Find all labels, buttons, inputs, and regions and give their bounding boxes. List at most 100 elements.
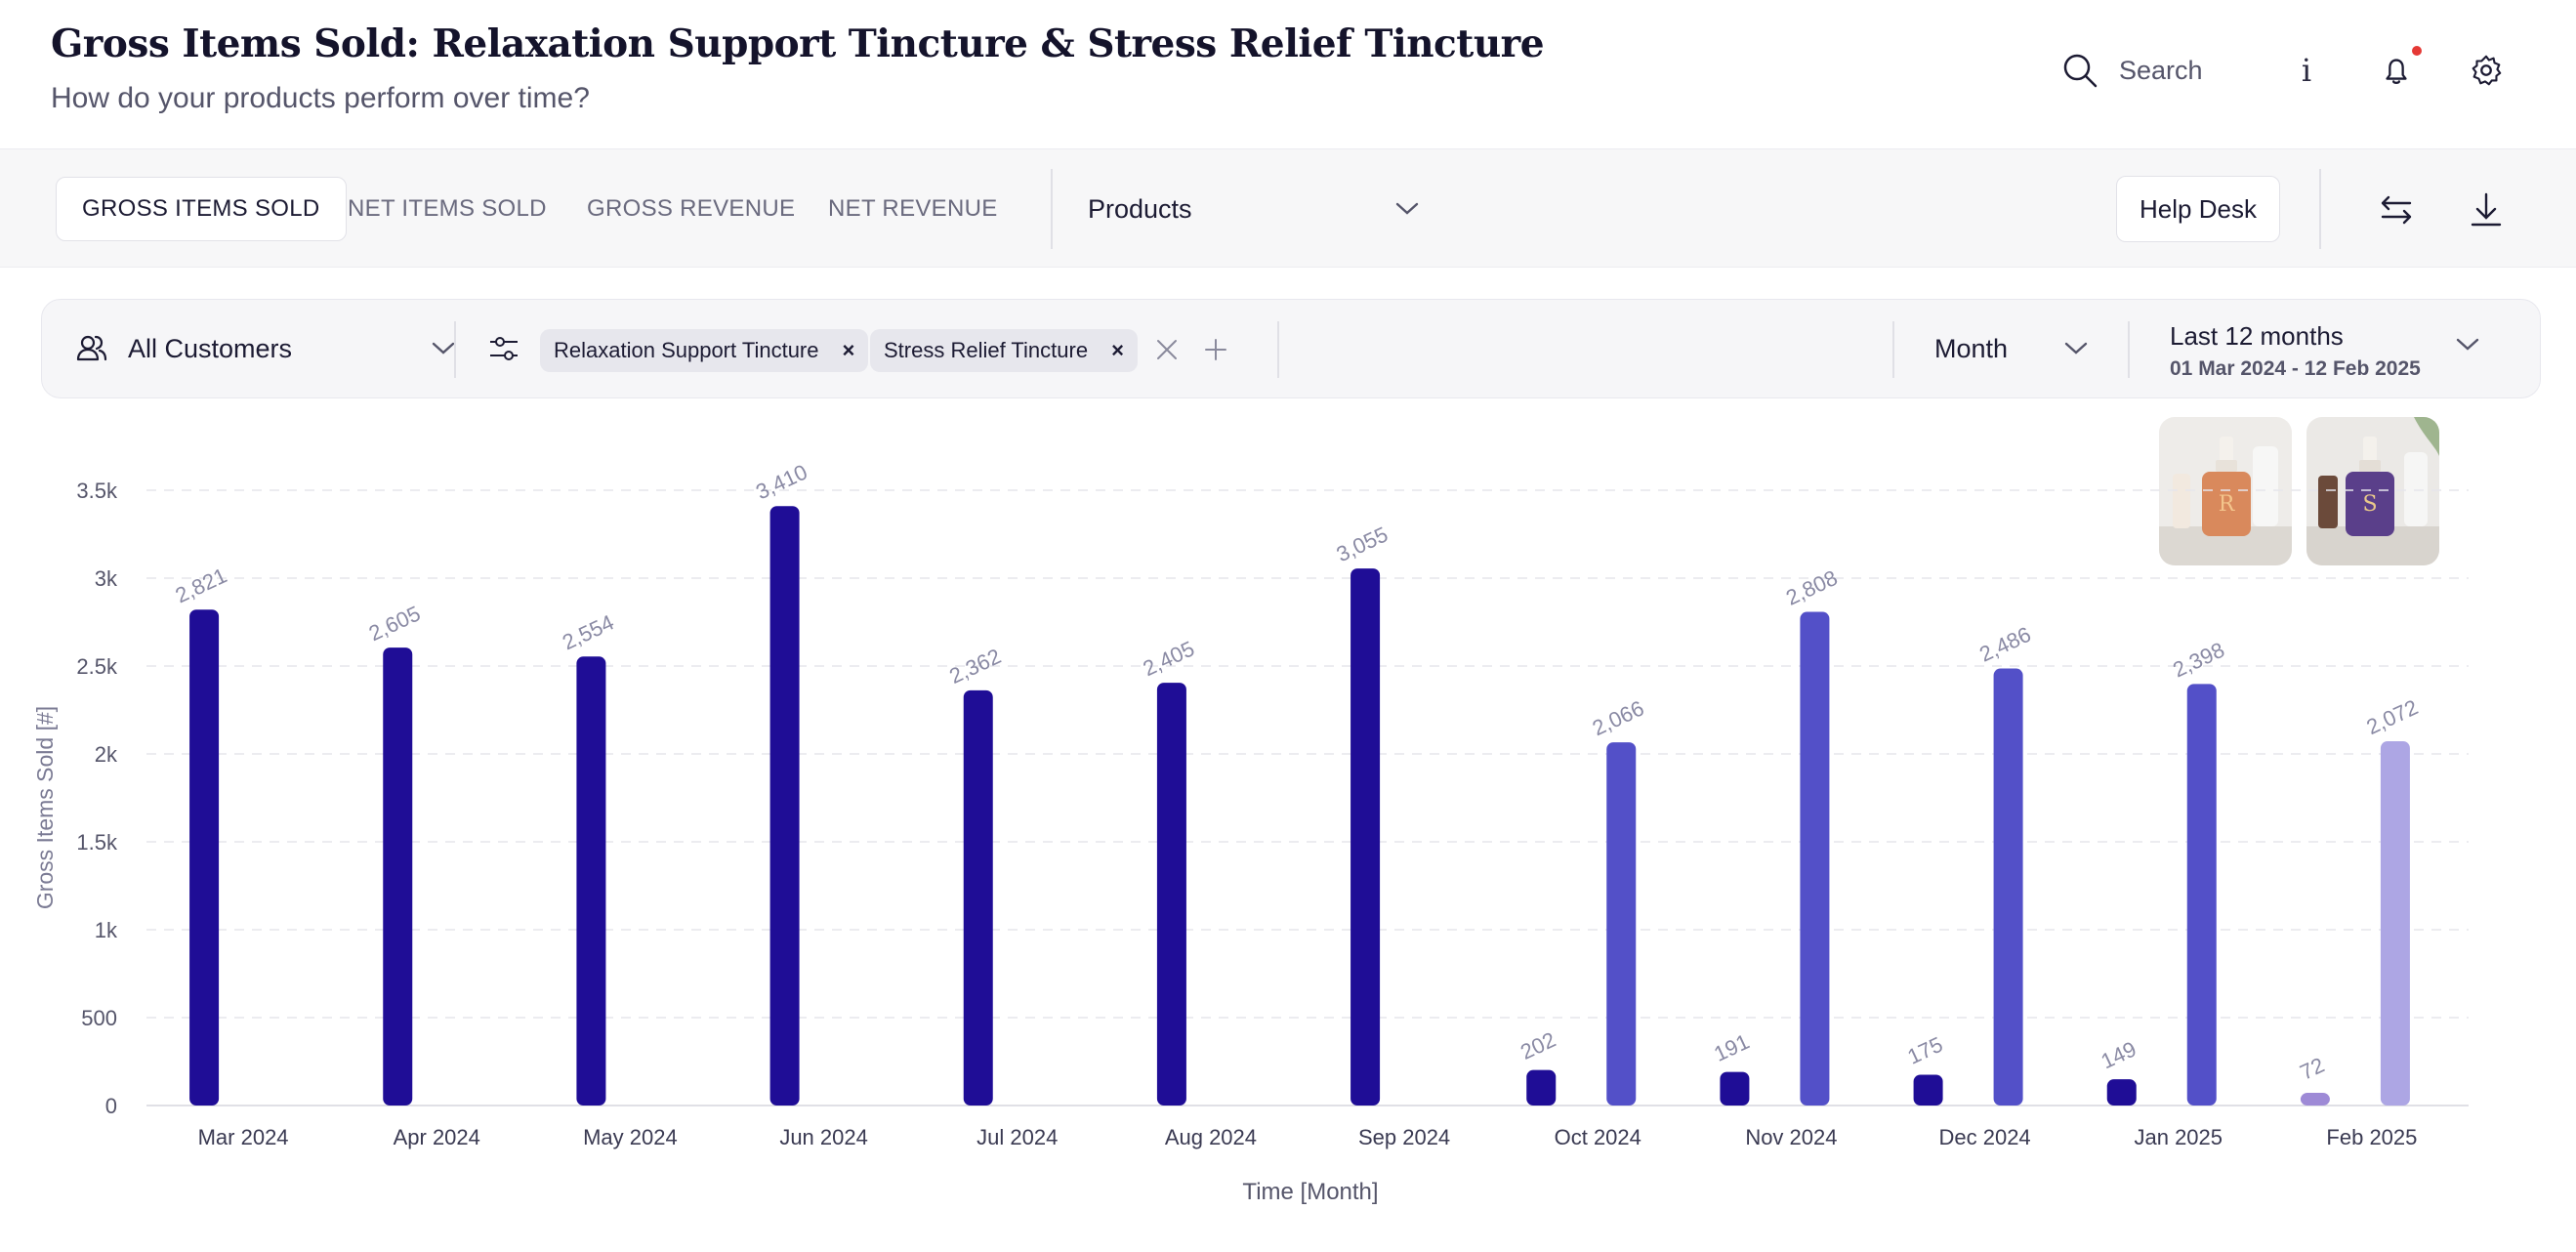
data-label: 2,486 (1975, 622, 2034, 667)
bell-icon[interactable] (2375, 49, 2418, 92)
bar (2186, 684, 2217, 1106)
bar (1606, 742, 1637, 1106)
search-label: Search (2119, 55, 2203, 85)
data-label: 2,398 (2169, 638, 2227, 683)
x-tick-label: Sep 2024 (1358, 1125, 1450, 1149)
customer-select[interactable]: All Customers (75, 300, 456, 397)
download-icon[interactable] (2465, 188, 2508, 231)
gross-items-chart: 0 500 1k 1.5k 2k 2.5k 3k 3.5k Gross Items Sold [… (32, 459, 2469, 1205)
bar (1800, 611, 1830, 1106)
info-icon[interactable]: i (2285, 49, 2328, 92)
tab-net-items-sold[interactable]: NET ITEMS SOLD (322, 177, 572, 241)
data-label: 2,362 (945, 644, 1004, 689)
filter-chip[interactable]: Stress Relief Tincture × (870, 329, 1138, 372)
x-tick-label: Apr 2024 (394, 1125, 480, 1149)
date-range-select[interactable]: Last 12 months 01 Mar 2024 - 12 Feb 2025 (2129, 300, 2506, 397)
close-icon[interactable]: × (1111, 338, 1124, 363)
bar (1720, 1071, 1750, 1106)
page-subtitle: How do your products perform over time? (51, 82, 590, 114)
x-tick-label: May 2024 (583, 1125, 678, 1149)
date-range-label: Last 12 months (2170, 321, 2344, 351)
y-tick-label: 1.5k (76, 830, 118, 855)
x-tick-label: Dec 2024 (1938, 1125, 2030, 1149)
y-tick-label: 0 (105, 1094, 117, 1118)
y-tick-label: 500 (81, 1006, 117, 1030)
data-label: 191 (1710, 1029, 1753, 1066)
divider (2319, 169, 2321, 249)
x-tick-label: Mar 2024 (198, 1125, 289, 1149)
bar (2380, 741, 2410, 1106)
data-label: 202 (1517, 1027, 1559, 1064)
products-select-label: Products (1088, 193, 1192, 224)
x-tick-label: Nov 2024 (1745, 1125, 1837, 1149)
x-tick-label: Oct 2024 (1555, 1125, 1641, 1149)
divider (454, 321, 456, 378)
data-label: 175 (1903, 1032, 1946, 1069)
tab-gross-items-sold[interactable]: GROSS ITEMS SOLD (56, 177, 347, 241)
filter-sliders-icon (490, 337, 518, 360)
filter-bar: All Customers Relaxation Support Tinctur… (41, 299, 2541, 398)
y-tick-label: 1k (95, 918, 118, 942)
x-tick-label: Jul 2024 (976, 1125, 1058, 1149)
x-axis-label: Time [Month] (1242, 1179, 1378, 1205)
data-label: 3,055 (1333, 522, 1392, 566)
page-title: Gross Items Sold: Relaxation Support Tin… (51, 21, 1545, 66)
close-icon[interactable]: × (843, 338, 855, 363)
data-label: 2,072 (2363, 694, 2422, 739)
swap-icon[interactable] (2375, 188, 2418, 231)
search-icon (2063, 54, 2098, 88)
add-filter-icon[interactable] (1204, 338, 1227, 361)
bar (1350, 568, 1381, 1106)
help-desk-button[interactable]: Help Desk (2116, 176, 2280, 242)
y-tick-label: 3k (95, 566, 118, 591)
filter-chip-label: Stress Relief Tincture (884, 338, 1089, 362)
bar (1913, 1074, 1943, 1106)
bar (189, 609, 220, 1106)
bar (576, 656, 606, 1106)
data-label: 2,405 (1140, 636, 1198, 681)
y-tick-label: 2k (95, 742, 118, 767)
x-tick-label: Aug 2024 (1165, 1125, 1257, 1149)
tab-net-revenue[interactable]: NET REVENUE (803, 177, 1023, 241)
filter-chip-label: Relaxation Support Tincture (554, 338, 819, 362)
data-label: 2,066 (1589, 695, 1647, 740)
data-label: 3,410 (752, 459, 810, 504)
chevron-down-icon (2456, 338, 2479, 351)
period-select-label: Month (1934, 333, 2009, 363)
bar (1993, 668, 2023, 1106)
gear-icon[interactable] (2465, 49, 2508, 92)
bar (2300, 1093, 2330, 1106)
filter-chip[interactable]: Relaxation Support Tincture × (540, 329, 869, 372)
data-label: 2,605 (365, 601, 424, 646)
chevron-down-icon (1395, 202, 1419, 215)
y-tick-label: 3.5k (76, 479, 118, 503)
customer-select-label: All Customers (128, 333, 293, 363)
period-select[interactable]: Month (1893, 300, 2089, 397)
search-box[interactable]: Search (2060, 51, 2203, 90)
bar (1156, 683, 1186, 1106)
bar (963, 689, 993, 1106)
data-label: 2,554 (559, 610, 617, 655)
notification-badge (2412, 46, 2422, 56)
chevron-down-icon (2064, 342, 2088, 355)
chevron-down-icon (432, 342, 455, 355)
data-label: 149 (2098, 1036, 2140, 1073)
products-select[interactable]: Products (1088, 177, 1420, 241)
x-tick-label: Jun 2024 (779, 1125, 868, 1149)
data-label: 2,808 (1782, 565, 1841, 610)
bar (1526, 1069, 1557, 1106)
divider (1051, 169, 1053, 249)
divider (1277, 321, 1279, 378)
metric-toolbar: GROSS ITEMS SOLD NET ITEMS SOLD GROSS RE… (0, 148, 2576, 268)
date-range-dates: 01 Mar 2024 - 12 Feb 2025 (2170, 357, 2421, 380)
bar (2106, 1079, 2137, 1106)
bar (383, 647, 413, 1106)
bar (769, 506, 800, 1106)
x-tick-label: Jan 2025 (2134, 1125, 2223, 1149)
y-tick-label: 2.5k (76, 654, 118, 679)
x-tick-label: Feb 2025 (2326, 1125, 2417, 1149)
tab-gross-revenue[interactable]: GROSS REVENUE (561, 177, 820, 241)
data-label: 2,821 (172, 563, 230, 607)
page-header: Gross Items Sold: Relaxation Support Tin… (0, 0, 2576, 148)
clear-filters-icon[interactable] (1155, 338, 1179, 361)
